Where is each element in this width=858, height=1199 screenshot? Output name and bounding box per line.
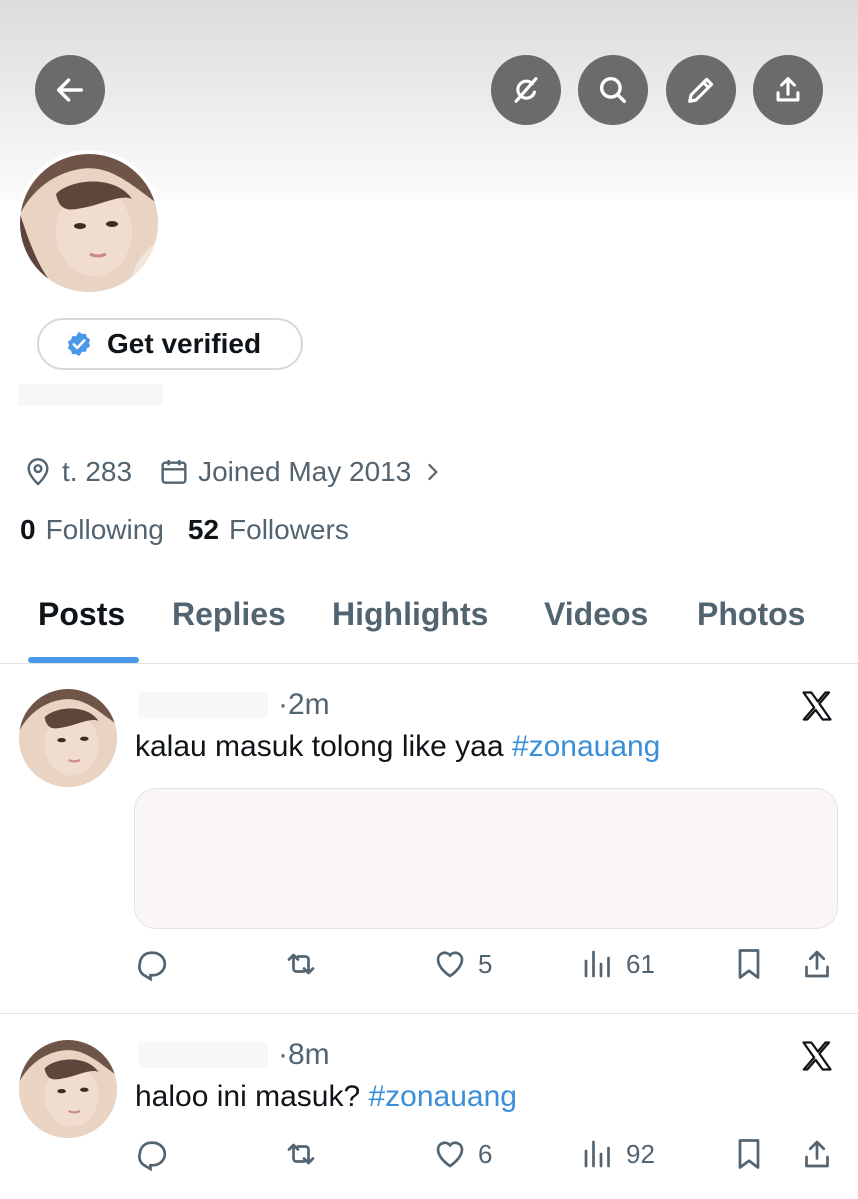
- view-count: 61: [626, 948, 655, 979]
- location-icon: [27, 458, 49, 486]
- share-post-button[interactable]: [799, 946, 835, 982]
- post-body: kalau masuk tolong like yaa: [135, 730, 504, 763]
- profile-avatar[interactable]: [16, 150, 162, 296]
- followers-label: Followers: [229, 514, 349, 545]
- x-logo-icon: [802, 691, 832, 721]
- grok-icon: [514, 77, 538, 103]
- post-hashtag[interactable]: #zonauang: [368, 1080, 516, 1113]
- back-arrow-icon: [56, 78, 84, 102]
- post-time: ·2m: [278, 688, 330, 721]
- like-icon: [436, 951, 464, 978]
- get-verified-label: Get verified: [107, 328, 262, 359]
- like-button[interactable]: 5: [432, 946, 492, 982]
- joined-date[interactable]: Joined May 2013: [158, 456, 453, 488]
- post-avatar[interactable]: [19, 1040, 117, 1138]
- repost-icon: [287, 1143, 315, 1165]
- like-button[interactable]: 6: [432, 1136, 492, 1172]
- location-text: t. 283: [62, 456, 133, 487]
- post-text: kalau masuk tolong like yaa #zonauang: [135, 730, 660, 764]
- repost-button[interactable]: [283, 946, 319, 982]
- share-profile-button[interactable]: [753, 55, 823, 125]
- profile-meta: t. 283 Joined May 2013: [22, 452, 479, 492]
- tab-highlights[interactable]: Highlights: [332, 596, 488, 633]
- bookmark-button[interactable]: [731, 1136, 767, 1172]
- following-count: 0: [20, 514, 36, 545]
- tab-photos[interactable]: Photos: [697, 596, 805, 633]
- bookmark-icon: [738, 949, 760, 979]
- post-author-placeholder: [138, 692, 268, 718]
- following-link[interactable]: 0 Following: [20, 514, 164, 546]
- post-avatar[interactable]: [19, 689, 117, 787]
- share-icon: [805, 1140, 829, 1168]
- display-name-placeholder: [18, 384, 163, 406]
- bookmark-icon: [738, 1139, 760, 1169]
- reply-icon: [138, 1141, 167, 1172]
- views-button[interactable]: 92: [580, 1136, 655, 1172]
- post-time: ·8m: [278, 1038, 330, 1071]
- post-item[interactable]: ·2m kalau masuk tolong like yaa #zonauan…: [0, 664, 858, 1013]
- x-logo-icon: [802, 1041, 832, 1071]
- profile-tabs: Posts Replies Highlights Videos Photos: [0, 582, 858, 664]
- edit-icon: [688, 77, 714, 103]
- tab-videos[interactable]: Videos: [544, 596, 648, 633]
- tab-posts[interactable]: Posts: [38, 596, 125, 633]
- post-body: haloo ini masuk?: [135, 1080, 361, 1113]
- followers-link[interactable]: 52 Followers: [188, 514, 349, 546]
- chevron-right-icon: [428, 463, 439, 481]
- avatar-image: [19, 1040, 117, 1138]
- active-tab-indicator: [28, 657, 139, 663]
- post-actions: 5 61: [0, 946, 858, 986]
- post-item[interactable]: ·8m haloo ini masuk? #zonauang 6 92: [0, 1014, 858, 1199]
- follow-stats: 0 Following 52 Followers: [20, 514, 373, 546]
- share-icon: [805, 950, 829, 978]
- grok-button[interactable]: [491, 55, 561, 125]
- back-button[interactable]: [35, 55, 105, 125]
- like-count: 6: [478, 1138, 493, 1169]
- search-icon: [599, 76, 627, 104]
- post-author-placeholder: [138, 1042, 268, 1068]
- edit-button[interactable]: [666, 55, 736, 125]
- joined-text: Joined May 2013: [198, 456, 412, 487]
- location: t. 283: [22, 456, 132, 488]
- post-text: haloo ini masuk? #zonauang: [135, 1080, 517, 1114]
- views-icon: [584, 1140, 610, 1168]
- like-count: 5: [478, 948, 493, 979]
- reply-button[interactable]: [134, 946, 170, 982]
- bookmark-button[interactable]: [731, 946, 767, 982]
- like-icon: [436, 1141, 464, 1168]
- share-post-button[interactable]: [799, 1136, 835, 1172]
- post-media[interactable]: [134, 788, 838, 929]
- post-hashtag[interactable]: #zonauang: [512, 730, 660, 763]
- view-count: 92: [626, 1138, 655, 1169]
- followers-count: 52: [187, 514, 220, 545]
- get-verified-button[interactable]: Get verified: [37, 318, 303, 370]
- share-icon: [776, 77, 800, 102]
- calendar-icon: [161, 460, 187, 484]
- reply-button[interactable]: [134, 1136, 170, 1172]
- post-actions: 6 92: [0, 1136, 858, 1176]
- repost-button[interactable]: [283, 1136, 319, 1172]
- tab-replies[interactable]: Replies: [172, 596, 286, 633]
- avatar-image: [19, 689, 117, 787]
- search-button[interactable]: [578, 55, 648, 125]
- verified-badge-icon: [67, 331, 91, 357]
- views-button[interactable]: 61: [580, 946, 655, 982]
- avatar-image: [20, 154, 158, 292]
- repost-icon: [287, 953, 315, 975]
- following-label: Following: [45, 514, 164, 545]
- views-icon: [584, 950, 610, 978]
- reply-icon: [138, 951, 167, 982]
